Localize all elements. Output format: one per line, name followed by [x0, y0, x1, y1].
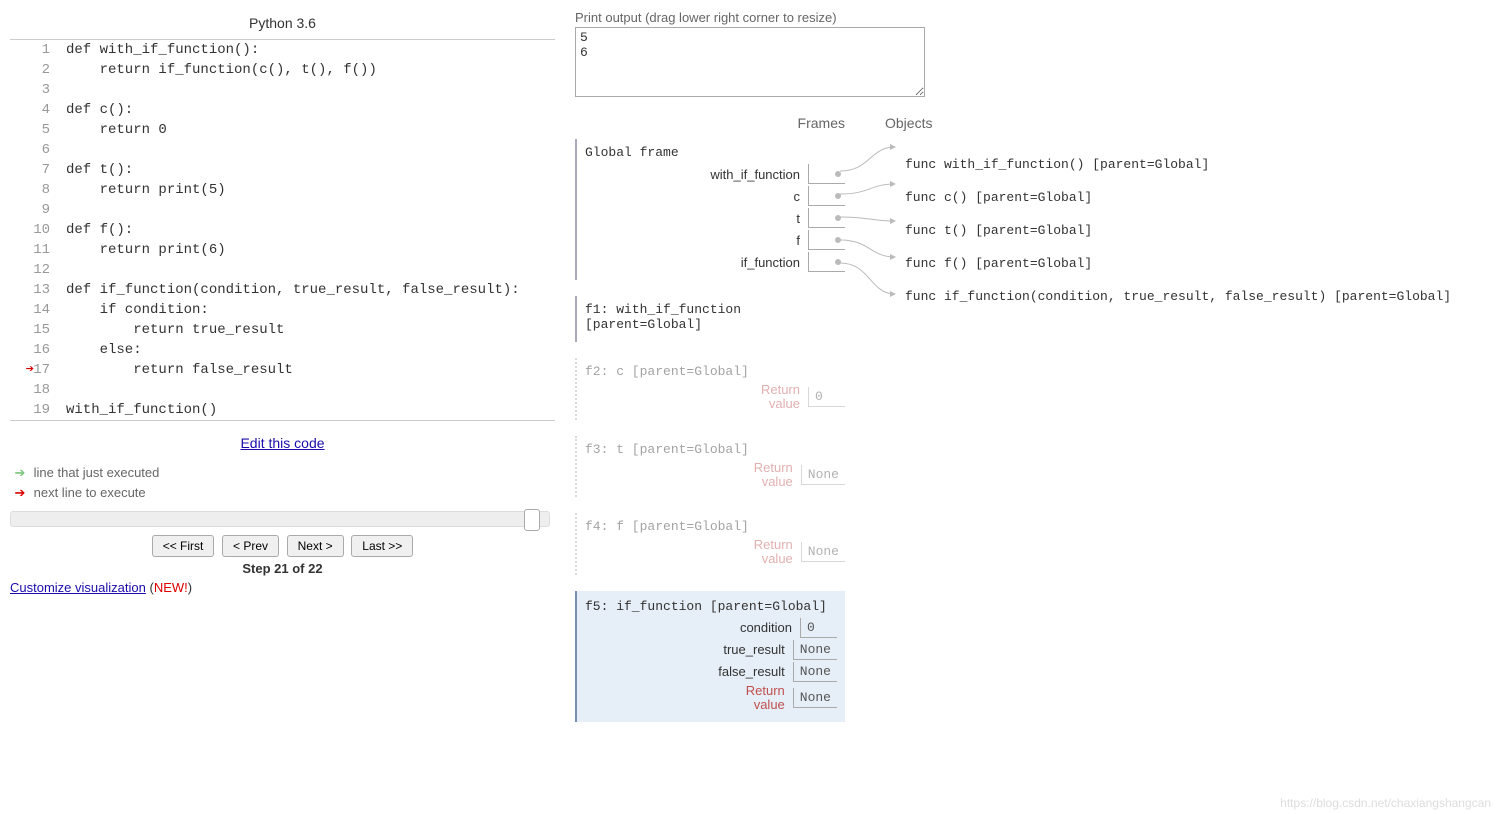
code-text: return 0: [58, 120, 167, 140]
code-line: 5 return 0: [10, 120, 555, 140]
code-line: 1def with_if_function():: [10, 40, 555, 60]
frame-f3: f3: t [parent=Global] Return value None: [575, 436, 845, 498]
frame-f2: f2: c [parent=Global] Return value 0: [575, 358, 845, 420]
objects-header: Objects: [885, 115, 1491, 131]
line-number: 1: [26, 40, 58, 60]
code-text: return false_result: [58, 360, 293, 380]
code-text: def f():: [58, 220, 133, 240]
objects-column: func with_if_function() [parent=Global] …: [845, 139, 1491, 322]
line-number: 9: [26, 200, 58, 220]
new-badge: NEW!: [154, 580, 188, 595]
code-line: 6: [10, 140, 555, 160]
print-output-label: Print output (drag lower right corner to…: [575, 10, 1491, 25]
code-text: return if_function(c(), t(), f()): [58, 60, 377, 80]
line-number: 8: [26, 180, 58, 200]
step-slider[interactable]: [10, 511, 550, 527]
arrow-right-icon: ➔: [10, 465, 30, 481]
object-item: func c() [parent=Global]: [905, 190, 1491, 205]
code-line: 19with_if_function(): [10, 400, 555, 421]
code-line: 14 if condition:: [10, 300, 555, 320]
frames-header: Frames: [575, 115, 885, 131]
code-text: [58, 140, 66, 160]
frame-f4: f4: f [parent=Global] Return value None: [575, 513, 845, 575]
slider-thumb[interactable]: [524, 509, 540, 531]
line-number: 19: [26, 400, 58, 420]
visualization-panel: Print output (drag lower right corner to…: [575, 10, 1491, 738]
code-text: [58, 260, 66, 280]
line-number: 12: [26, 260, 58, 280]
code-text: return print(5): [58, 180, 226, 200]
print-output[interactable]: 5 6: [575, 27, 925, 97]
line-number: 3: [26, 80, 58, 100]
line-number: 6: [26, 140, 58, 160]
step-counter: Step 21 of 22: [10, 561, 555, 576]
line-number: 11: [26, 240, 58, 260]
first-button[interactable]: << First: [152, 535, 215, 557]
prev-button[interactable]: < Prev: [222, 535, 279, 557]
object-item: func if_function(condition, true_result,…: [905, 289, 1491, 304]
code-line: 16 else:: [10, 340, 555, 360]
code-text: return true_result: [58, 320, 284, 340]
last-button[interactable]: Last >>: [351, 535, 413, 557]
code-panel: Python 3.6 1def with_if_function():2 ret…: [10, 10, 555, 738]
legend-just-executed: ➔ line that just executed: [10, 465, 555, 481]
object-item: func t() [parent=Global]: [905, 223, 1491, 238]
line-number: 5: [26, 120, 58, 140]
line-number: 13: [26, 280, 58, 300]
code-line: ➔17 return false_result: [10, 360, 555, 380]
code-line: 10def f():: [10, 220, 555, 240]
code-line: 2 return if_function(c(), t(), f()): [10, 60, 555, 80]
code-text: def t():: [58, 160, 133, 180]
code-line: 11 return print(6): [10, 240, 555, 260]
code-text: if condition:: [58, 300, 209, 320]
next-line-arrow-icon: ➔: [12, 360, 34, 380]
code-text: def with_if_function():: [58, 40, 259, 60]
code-line: 3: [10, 80, 555, 100]
line-number: 2: [26, 60, 58, 80]
object-item: func f() [parent=Global]: [905, 256, 1491, 271]
code-text: [58, 80, 66, 100]
code-line: 12: [10, 260, 555, 280]
customize-link[interactable]: Customize visualization: [10, 580, 146, 595]
watermark: https://blog.csdn.net/chaxiangshangcan: [1280, 796, 1491, 810]
code-text: return print(6): [58, 240, 226, 260]
legend-next-line: ➔ next line to execute: [10, 485, 555, 501]
line-number: 10: [26, 220, 58, 240]
code-line: 8 return print(5): [10, 180, 555, 200]
code-area: 1def with_if_function():2 return if_func…: [10, 39, 555, 421]
line-number: 4: [26, 100, 58, 120]
line-number: 16: [26, 340, 58, 360]
code-line: 7def t():: [10, 160, 555, 180]
frame-f5: f5: if_function [parent=Global] conditio…: [575, 591, 845, 723]
code-line: 15 return true_result: [10, 320, 555, 340]
code-text: def c():: [58, 100, 133, 120]
code-line: 4def c():: [10, 100, 555, 120]
line-number: 15: [26, 320, 58, 340]
next-button[interactable]: Next >: [287, 535, 344, 557]
code-text: [58, 200, 66, 220]
line-number: 7: [26, 160, 58, 180]
frame-f1: f1: with_if_function [parent=Global]: [575, 296, 845, 342]
code-line: 13def if_function(condition, true_result…: [10, 280, 555, 300]
edit-code-link[interactable]: Edit this code: [240, 435, 324, 451]
code-text: def if_function(condition, true_result, …: [58, 280, 520, 300]
frames-column: Global frame with_if_function c t f if_f…: [575, 139, 845, 738]
code-text: [58, 380, 66, 400]
code-line: 9: [10, 200, 555, 220]
arrow-right-icon: ➔: [10, 485, 30, 501]
global-frame: Global frame with_if_function c t f if_f…: [575, 139, 845, 280]
line-number: 18: [26, 380, 58, 400]
code-text: else:: [58, 340, 142, 360]
code-line: 18: [10, 380, 555, 400]
code-title: Python 3.6: [10, 15, 555, 31]
object-item: func with_if_function() [parent=Global]: [905, 157, 1491, 172]
line-number: 14: [26, 300, 58, 320]
pointer-arrows-icon: [840, 139, 910, 319]
code-text: with_if_function(): [58, 400, 217, 420]
